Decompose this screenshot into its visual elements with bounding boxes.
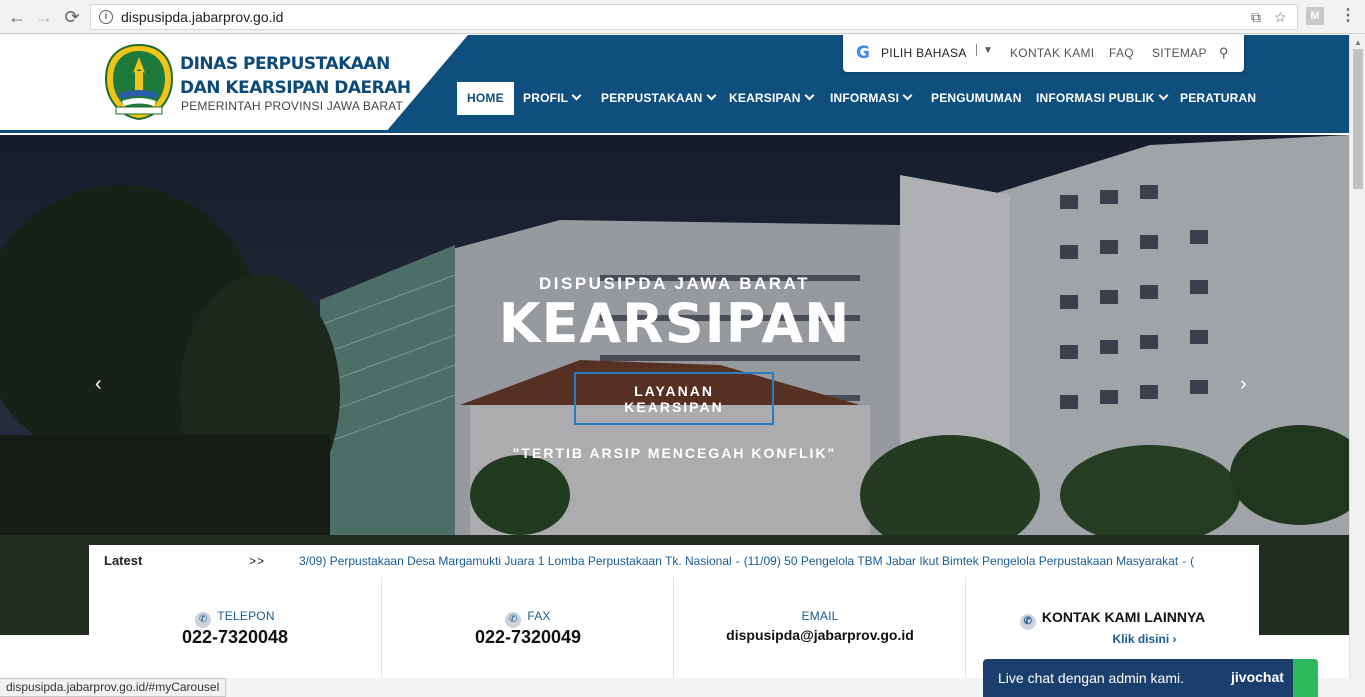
ticker-separator: - xyxy=(735,554,740,568)
ticker-item[interactable]: ( xyxy=(1190,554,1194,568)
nav-home[interactable]: HOME xyxy=(457,82,514,115)
translate-icon[interactable]: ⧉ xyxy=(1251,9,1261,26)
more-label: KONTAK KAMI LAINNYA xyxy=(1041,609,1206,625)
browser-status-bar: dispusipda.jabarprov.go.id/#myCarousel xyxy=(0,678,227,697)
url-text[interactable]: dispusipda.jabarprov.go.id xyxy=(121,9,283,25)
chevron-down-icon xyxy=(902,90,913,101)
hero-quote: "TERTIB ARSIP MENCEGAH KONFLIK" xyxy=(512,445,837,461)
hero-button-line1: LAYANAN xyxy=(634,383,714,399)
chevron-down-icon xyxy=(804,90,815,101)
chevron-down-icon xyxy=(706,90,716,101)
ticker-arrows: >> xyxy=(249,554,266,568)
contact-fax: ✆ FAX 022-7320049 xyxy=(382,577,674,678)
fax-value[interactable]: 022-7320049 xyxy=(382,627,674,648)
ticker-separator: - xyxy=(1182,554,1187,568)
hero-kicker: DISPUSIPDA JAWA BARAT xyxy=(538,274,810,293)
nav-kearsipan[interactable]: KEARSIPAN xyxy=(719,82,823,115)
layanan-kearsipan-button[interactable]: LAYANAN KEARSIPAN xyxy=(574,372,774,425)
hero-button-line2: KEARSIPAN xyxy=(624,399,724,415)
info-icon[interactable]: i xyxy=(99,10,113,24)
jivochat-brand: jivochat xyxy=(1231,669,1284,685)
site-subtitle: PEMERINTAH PROVINSI JAWA BARAT xyxy=(181,99,404,113)
nav-peraturan[interactable]: PERATURAN xyxy=(1170,82,1266,115)
nav-pengumuman[interactable]: PENGUMUMAN xyxy=(921,82,1032,115)
page-scrollbar[interactable]: ▲ xyxy=(1349,35,1365,678)
bookmark-star-icon[interactable]: ☆ xyxy=(1274,9,1287,26)
reload-icon[interactable]: ⟳ xyxy=(61,6,83,28)
nav-profil-label: PROFIL xyxy=(523,91,569,105)
phone-icon: ✆ xyxy=(1019,614,1036,630)
ticker-item[interactable]: (11/09) 50 Pengelola TBM Jabar Ikut Bimt… xyxy=(744,554,1178,568)
address-bar[interactable]: i dispusipda.jabarprov.go.id ⧉ ☆ xyxy=(90,4,1298,30)
email-value[interactable]: dispusipda@jabarprov.go.id xyxy=(674,627,966,643)
nav-peraturan-label: PERATURAN xyxy=(1180,91,1257,105)
klik-disini-link[interactable]: Klik disini › xyxy=(966,632,1259,646)
language-select[interactable]: PILIH BAHASA xyxy=(881,46,967,60)
carousel-next-icon[interactable]: › xyxy=(1240,373,1247,396)
topbar-link-faq[interactable]: FAQ xyxy=(1109,46,1134,60)
phone-value[interactable]: 022-7320048 xyxy=(89,627,381,648)
nav-perpustakaan-label: PERPUSTAKAAN xyxy=(601,91,703,105)
live-chat-widget[interactable]: Live chat dengan admin kami. jivochat xyxy=(983,659,1318,697)
email-label: EMAIL xyxy=(801,609,839,623)
ticker-label: Latest xyxy=(104,553,143,568)
nav-informasi-publik-label: INFORMASI PUBLIK xyxy=(1036,91,1155,105)
topbar-link-kontak[interactable]: KONTAK KAMI xyxy=(1010,46,1094,60)
top-utility-bar: G PILIH BAHASA │ ▼ KONTAK KAMI FAQ SITEM… xyxy=(843,35,1244,72)
chevron-down-icon xyxy=(1158,90,1168,101)
chat-bubble-icon[interactable] xyxy=(1293,659,1318,697)
scroll-up-icon[interactable]: ▲ xyxy=(1354,38,1362,47)
site-title-line2: DAN KEARSIPAN DAERAH xyxy=(180,78,411,98)
forward-icon[interactable]: → xyxy=(33,6,55,28)
nav-informasi-label: INFORMASI xyxy=(830,91,900,105)
nav-perpustakaan[interactable]: PERPUSTAKAAN xyxy=(591,82,725,115)
carousel-prev-icon[interactable]: ‹ xyxy=(95,373,102,396)
extension-icon[interactable]: M xyxy=(1306,7,1324,25)
live-chat-text[interactable]: Live chat dengan admin kami. xyxy=(998,670,1184,686)
phone-label: TELEPON xyxy=(217,609,275,623)
site-header: DINAS PERPUSTAKAAN DAN KEARSIPAN DAERAH … xyxy=(0,35,1349,133)
header-divider xyxy=(0,130,1349,133)
search-icon[interactable]: ⚲ xyxy=(1219,45,1229,61)
back-icon[interactable]: ← xyxy=(6,6,28,28)
chevron-down-icon xyxy=(571,90,582,101)
google-translate-icon: G xyxy=(856,43,870,63)
fax-icon: ✆ xyxy=(505,612,522,628)
chevron-right-icon: › xyxy=(1172,632,1177,646)
more-heading: ✆ KONTAK KAMI LAINNYA xyxy=(966,609,1259,630)
fax-heading: ✆ FAX xyxy=(382,609,674,628)
news-ticker: Latest >> 3/09) Perpustakaan Desa Margam… xyxy=(89,545,1259,577)
nav-kearsipan-label: KEARSIPAN xyxy=(729,91,801,105)
nav-home-label: HOME xyxy=(467,91,504,105)
ticker-item[interactable]: 3/09) Perpustakaan Desa Margamukti Juara… xyxy=(299,554,732,568)
website: DINAS PERPUSTAKAAN DAN KEARSIPAN DAERAH … xyxy=(0,35,1349,678)
phone-heading: ✆ TELEPON xyxy=(89,609,381,628)
site-title[interactable]: DINAS PERPUSTAKAAN DAN KEARSIPAN DAERAH xyxy=(180,52,411,100)
phone-icon: ✆ xyxy=(195,612,212,628)
contact-phone: ✆ TELEPON 022-7320048 xyxy=(89,577,381,678)
klik-disini-label: Klik disini xyxy=(1112,632,1170,646)
nav-informasi-publik[interactable]: INFORMASI PUBLIK xyxy=(1026,82,1177,115)
hero-title: KEARSIPAN xyxy=(498,292,851,355)
nav-pengumuman-label: PENGUMUMAN xyxy=(931,91,1022,105)
topbar-link-sitemap[interactable]: SITEMAP xyxy=(1152,46,1207,60)
nav-informasi[interactable]: INFORMASI xyxy=(820,82,921,115)
language-caret-icon[interactable]: │ ▼ xyxy=(974,45,993,56)
browser-menu-icon[interactable]: ⋮ xyxy=(1340,6,1356,26)
contact-email: EMAIL dispusipda@jabarprov.go.id xyxy=(674,577,966,678)
scroll-thumb[interactable] xyxy=(1353,49,1363,189)
nav-profil[interactable]: PROFIL xyxy=(513,82,590,115)
ticker-track: 3/09) Perpustakaan Desa Margamukti Juara… xyxy=(299,554,1244,572)
jabar-emblem-logo[interactable] xyxy=(104,43,174,121)
browser-toolbar: ← → ⟳ i dispusipda.jabarprov.go.id ⧉ ☆ M… xyxy=(0,0,1365,34)
site-title-line1: DINAS PERPUSTAKAAN xyxy=(180,54,390,74)
fax-label: FAX xyxy=(527,609,551,623)
